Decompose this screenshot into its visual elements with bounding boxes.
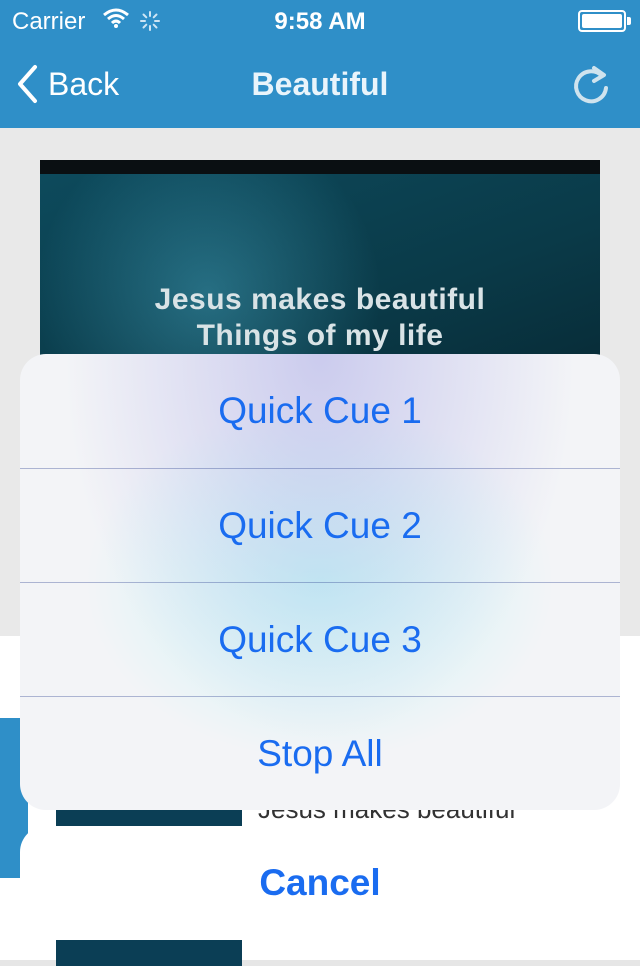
stop-all-button[interactable]: Stop All: [20, 697, 620, 810]
cancel-button[interactable]: Cancel: [20, 826, 620, 940]
action-sheet: Quick Cue 1 Quick Cue 2 Quick Cue 3 Stop…: [20, 354, 620, 810]
quick-cue-2-button[interactable]: Quick Cue 2: [20, 469, 620, 583]
quick-cue-3-button[interactable]: Quick Cue 3: [20, 583, 620, 697]
quick-cue-1-button[interactable]: Quick Cue 1: [20, 354, 620, 468]
